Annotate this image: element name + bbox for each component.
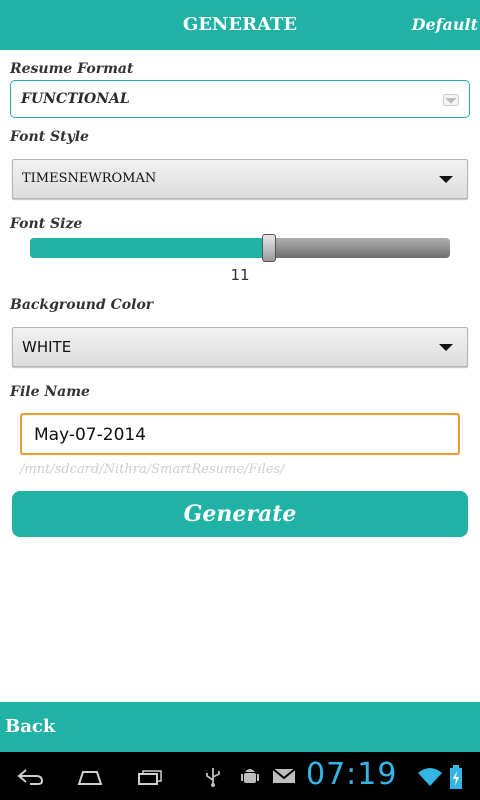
font-size-slider[interactable]: [30, 234, 450, 262]
resume-format-value: FUNCTIONAL: [21, 91, 130, 107]
back-button[interactable]: Back: [5, 716, 55, 737]
page-title: GENERATE: [182, 14, 298, 35]
dropdown-arrow-icon: [439, 176, 453, 183]
file-name-field[interactable]: [20, 413, 460, 455]
background-color-select[interactable]: WHITE: [12, 327, 468, 367]
usb-icon: [206, 768, 220, 787]
slider-fill: [30, 238, 270, 258]
default-button[interactable]: Default: [412, 15, 478, 34]
background-color-label: Background Color: [10, 297, 154, 313]
generate-button[interactable]: Generate: [12, 491, 468, 537]
back-icon[interactable]: [16, 768, 44, 786]
font-size-value: 11: [230, 266, 250, 284]
top-bar: GENERATE Default: [0, 0, 480, 50]
resume-format-select[interactable]: FUNCTIONAL: [10, 80, 470, 118]
chevron-down-icon: [443, 94, 459, 106]
file-name-label: File Name: [10, 384, 90, 400]
font-style-label: Font Style: [10, 129, 89, 145]
resume-format-label: Resume Format: [10, 61, 134, 77]
status-clock: 07:19: [306, 757, 398, 792]
dropdown-arrow-icon: [439, 344, 453, 351]
font-size-label: Font Size: [10, 216, 83, 232]
battery-icon: [450, 765, 462, 789]
font-style-value: TIMESNEWROMAN: [22, 171, 157, 186]
wifi-icon: [418, 768, 442, 786]
background-color-value: WHITE: [22, 338, 72, 356]
recent-apps-icon[interactable]: [136, 768, 164, 786]
gmail-icon: [272, 768, 296, 783]
bottom-bar: Back: [0, 702, 480, 752]
file-name-input[interactable]: [34, 423, 434, 447]
home-icon[interactable]: [75, 768, 105, 786]
font-style-select[interactable]: TIMESNEWROMAN: [12, 159, 468, 199]
slider-thumb[interactable]: [262, 234, 277, 262]
system-bar: 07:19: [0, 752, 480, 800]
android-debug-icon: [241, 769, 259, 783]
file-path-hint: /mnt/sdcard/Nithra/SmartResume/Files/: [20, 462, 285, 477]
